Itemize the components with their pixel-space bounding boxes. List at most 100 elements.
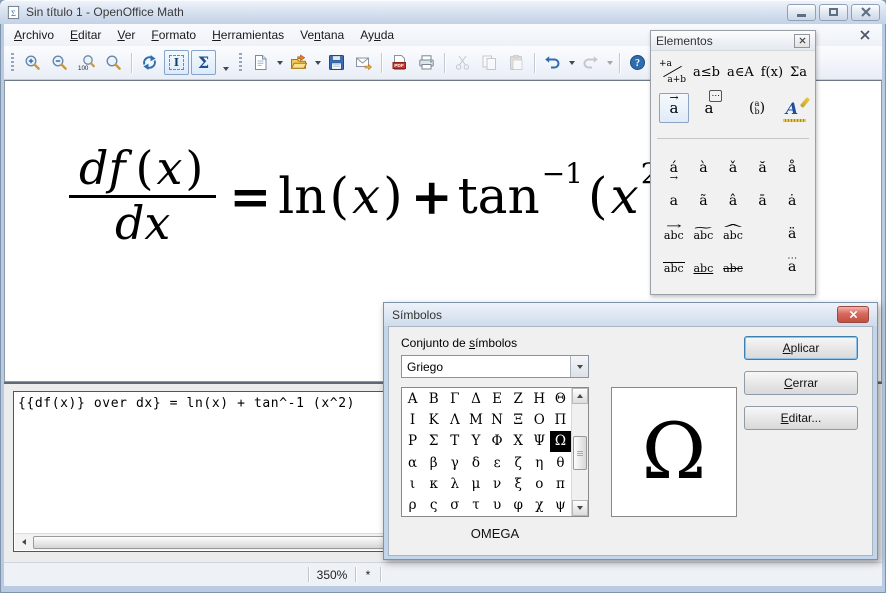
attr-overline[interactable]: abc <box>659 246 689 279</box>
symbol-cell-π[interactable]: π <box>550 473 571 494</box>
symbol-cell-ζ[interactable]: ζ <box>508 452 529 473</box>
editar-button[interactable]: Editar... <box>744 406 858 430</box>
unary-binary-operators-button[interactable]: +aa+b <box>659 60 686 84</box>
simbolos-titlebar[interactable]: Símbolos <box>384 303 877 326</box>
symbol-cell-φ[interactable]: φ <box>508 494 529 515</box>
attr-vector[interactable]: a <box>659 180 689 213</box>
print-button[interactable] <box>414 50 439 75</box>
cerrar-button[interactable]: Cerrar <box>744 371 858 395</box>
new-document-dropdown[interactable] <box>274 50 285 75</box>
symbol-set-dropdown-button[interactable] <box>570 356 588 377</box>
symbol-cell-τ[interactable]: τ <box>465 494 486 515</box>
symbol-cell-ι[interactable]: ι <box>402 473 423 494</box>
attr-wide-hat[interactable]: abc <box>718 213 748 246</box>
symbol-cell-ν[interactable]: ν <box>487 473 508 494</box>
scroll-left-button[interactable] <box>15 534 32 550</box>
symbol-cell-γ[interactable]: γ <box>444 452 465 473</box>
symbol-cell-β[interactable]: β <box>423 452 444 473</box>
symbol-cell-ρ[interactable]: ρ <box>402 494 423 515</box>
aplicar-button[interactable]: Aplicar <box>744 336 858 360</box>
scroll-up-button[interactable] <box>572 388 588 404</box>
symbol-cell-ο[interactable]: ο <box>529 473 550 494</box>
symbol-set-select[interactable]: Griego <box>401 355 589 378</box>
symbol-cell-Ν[interactable]: Ν <box>487 409 508 430</box>
attr-wide-vector[interactable]: abc <box>659 213 689 246</box>
relations-button[interactable]: a≤b <box>693 60 720 84</box>
attr-breve[interactable]: ă <box>748 147 778 180</box>
zoom-level[interactable]: 350% <box>309 568 355 582</box>
symbol-cell-Ω[interactable]: Ω <box>550 431 571 452</box>
help-button[interactable]: ? <box>625 50 650 75</box>
attr-double-dot[interactable]: ä <box>777 213 807 246</box>
zoom-in-button[interactable] <box>20 50 45 75</box>
menu-herramientas[interactable]: Herramientas <box>204 25 292 45</box>
symbol-cell-Ζ[interactable]: Ζ <box>508 388 529 409</box>
menu-archivo[interactable]: Archivo <box>6 25 62 45</box>
toolbar-grip[interactable] <box>11 53 14 73</box>
symbol-cell-Μ[interactable]: Μ <box>465 409 486 430</box>
attr-circumflex[interactable]: â <box>718 180 748 213</box>
symbol-cell-Ι[interactable]: Ι <box>402 409 423 430</box>
symbol-cell-σ[interactable]: σ <box>444 494 465 515</box>
toolbar-grip[interactable] <box>239 53 242 73</box>
open-dropdown[interactable] <box>312 50 323 75</box>
symbol-cell-Δ[interactable]: Δ <box>465 388 486 409</box>
save-button[interactable] <box>324 50 349 75</box>
symbol-cell-Γ[interactable]: Γ <box>444 388 465 409</box>
symbol-cell-Τ[interactable]: Τ <box>444 431 465 452</box>
attr-strikethrough[interactable]: abc <box>718 246 748 279</box>
document-as-email-button[interactable] <box>351 50 376 75</box>
open-button[interactable] <box>286 50 311 75</box>
maximize-button[interactable] <box>819 4 848 21</box>
zoom-100-button[interactable]: 100 <box>74 50 99 75</box>
symbol-cell-Ρ[interactable]: Ρ <box>402 431 423 452</box>
symbol-cell-Σ[interactable]: Σ <box>423 431 444 452</box>
export-pdf-button[interactable]: PDF <box>387 50 412 75</box>
symbol-cell-Ξ[interactable]: Ξ <box>508 409 529 430</box>
symbol-cell-α[interactable]: α <box>402 452 423 473</box>
symbol-cell-κ[interactable]: κ <box>423 473 444 494</box>
menu-ayuda[interactable]: Ayuda <box>352 25 402 45</box>
symbol-cell-η[interactable]: η <box>529 452 550 473</box>
undo-dropdown[interactable] <box>566 50 577 75</box>
symbol-cell-Η[interactable]: Η <box>529 388 550 409</box>
attr-grave[interactable]: à <box>689 147 719 180</box>
symbol-cell-Χ[interactable]: Χ <box>508 431 529 452</box>
symbol-cell-θ[interactable]: θ <box>550 452 571 473</box>
menu-ver[interactable]: Ver <box>109 25 143 45</box>
formats-button[interactable]: A <box>777 93 807 123</box>
symbol-cell-Ψ[interactable]: Ψ <box>529 431 550 452</box>
elementos-close-button[interactable] <box>794 34 810 48</box>
elementos-titlebar[interactable]: Elementos <box>651 31 815 51</box>
symbol-cell-Π[interactable]: Π <box>550 409 571 430</box>
attr-check[interactable]: ǎ <box>718 147 748 180</box>
symbol-cell-ξ[interactable]: ξ <box>508 473 529 494</box>
attr-bar[interactable]: ā <box>748 180 778 213</box>
scrollbar-thumb[interactable] <box>573 436 587 470</box>
zoom-out-button[interactable] <box>47 50 72 75</box>
symbol-cell-Κ[interactable]: Κ <box>423 409 444 430</box>
brackets-button[interactable]: (ab) <box>742 93 772 123</box>
operators-button[interactable]: Σa <box>790 60 807 84</box>
symbol-cell-χ[interactable]: χ <box>529 494 550 515</box>
symbol-cell-Υ[interactable]: Υ <box>465 431 486 452</box>
undo-button[interactable] <box>540 50 565 75</box>
symbol-cell-Β[interactable]: Β <box>423 388 444 409</box>
menu-editar[interactable]: Editar <box>62 25 109 45</box>
close-button[interactable] <box>851 4 880 21</box>
minimize-button[interactable] <box>787 4 816 21</box>
symbol-cell-ψ[interactable]: ψ <box>550 494 571 515</box>
symbol-cell-Ο[interactable]: Ο <box>529 409 550 430</box>
scrollbar-track[interactable] <box>572 404 588 500</box>
scroll-down-button[interactable] <box>572 500 588 516</box>
symbol-cell-λ[interactable]: λ <box>444 473 465 494</box>
simbolos-close-button[interactable] <box>837 306 869 323</box>
formula-cursor-button[interactable]: I <box>164 50 189 75</box>
symbols-catalog-button[interactable]: Σ <box>191 50 216 75</box>
attr-dot[interactable]: ȧ <box>777 180 807 213</box>
close-document-button[interactable] <box>858 28 872 42</box>
symbol-cell-μ[interactable]: μ <box>465 473 486 494</box>
attr-underline[interactable]: abc <box>689 246 719 279</box>
functions-button[interactable]: f(x) <box>761 60 783 84</box>
symbol-cell-δ[interactable]: δ <box>465 452 486 473</box>
